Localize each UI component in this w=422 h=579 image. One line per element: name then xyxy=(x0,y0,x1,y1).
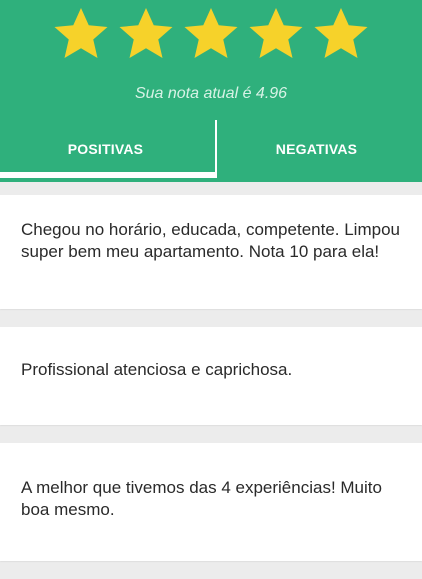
review-card: Chegou no horário, educada, competente. … xyxy=(0,195,422,309)
review-card: Profissional atenciosa e caprichosa. xyxy=(0,327,422,425)
review-list: Chegou no horário, educada, competente. … xyxy=(0,195,422,579)
active-tab-indicator xyxy=(0,172,215,178)
star-icon xyxy=(119,8,173,58)
review-text: Profissional atenciosa e caprichosa. xyxy=(21,360,293,379)
review-text: Chegou no horário, educada, competente. … xyxy=(21,220,400,261)
tab-negativas[interactable]: NEGATIVAS xyxy=(211,120,422,178)
star-icon xyxy=(314,8,368,58)
tab-positivas[interactable]: POSITIVAS xyxy=(0,120,211,178)
stars-row xyxy=(0,4,422,66)
current-rating-text: Sua nota atual é 4.96 xyxy=(134,85,288,102)
star-icon xyxy=(184,8,238,58)
review-tabs: POSITIVAS NEGATIVAS xyxy=(0,120,422,182)
star-icon xyxy=(54,8,108,58)
star-icon xyxy=(249,8,303,58)
review-text: A melhor que tivemos das 4 experiências!… xyxy=(21,478,382,519)
review-card: A melhor que tivemos das 4 experiências!… xyxy=(0,443,422,561)
rating-header: Sua nota atual é 4.96 POSITIVAS NEGATIVA… xyxy=(0,0,422,182)
